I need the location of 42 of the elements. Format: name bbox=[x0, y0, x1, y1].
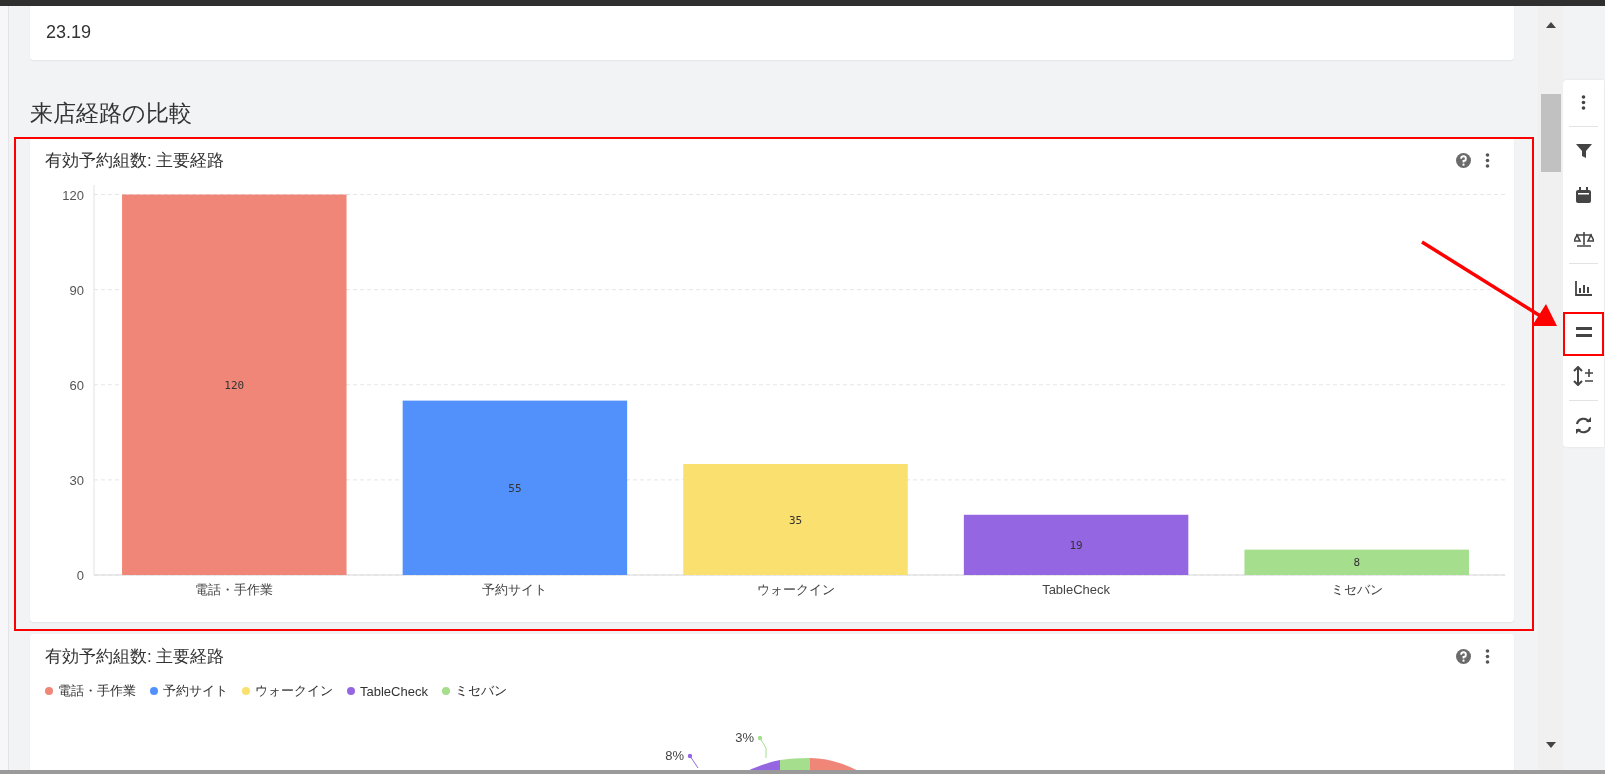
axis-category-label: 予約サイト bbox=[482, 582, 548, 597]
scroll-up-icon[interactable] bbox=[1545, 22, 1556, 28]
chart-title: 有効予約組数: 主要経路 bbox=[45, 645, 225, 668]
help-icon[interactable] bbox=[1456, 648, 1471, 664]
axis-tick-label: 0 bbox=[76, 568, 84, 583]
legend-label[interactable]: ミセバン bbox=[454, 682, 507, 700]
more-icon bbox=[1581, 94, 1586, 110]
more-icon[interactable] bbox=[1485, 648, 1490, 664]
axis-tick-label: 60 bbox=[69, 377, 84, 393]
chart-title: 有効予約組数: 主要経路 bbox=[45, 149, 225, 172]
legend-label[interactable]: 予約サイト bbox=[163, 682, 228, 700]
metric-value: 23.19 bbox=[46, 22, 93, 43]
more-icon[interactable] bbox=[1485, 152, 1490, 168]
equals-icon bbox=[1575, 327, 1592, 337]
bar-value-label: 19 bbox=[1069, 538, 1083, 552]
legend-label[interactable]: ウォークイン bbox=[255, 682, 333, 700]
bar-value-label: 35 bbox=[788, 513, 803, 527]
filter-icon bbox=[1575, 143, 1592, 159]
axis-category-label: ミセバン bbox=[1330, 582, 1383, 597]
bar-chart-icon bbox=[1575, 280, 1592, 296]
vertical-arrows-plus-minus-icon bbox=[1572, 366, 1595, 386]
axis-category-label: ウォークイン bbox=[756, 582, 835, 597]
bar-value-label: 8 bbox=[1353, 556, 1360, 570]
refresh-icon bbox=[1575, 416, 1592, 434]
calendar-icon bbox=[1576, 187, 1591, 203]
help-icon[interactable] bbox=[1456, 152, 1471, 168]
axis-tick-label: 90 bbox=[69, 282, 84, 298]
highlight-frame bbox=[1563, 312, 1604, 356]
axis-tick-label: 120 bbox=[62, 187, 84, 203]
axis-tick-label: 30 bbox=[69, 472, 84, 488]
axis-category-label: 電話・手作業 bbox=[195, 582, 274, 597]
bar-value-label: 120 bbox=[224, 378, 245, 392]
scroll-down-icon[interactable] bbox=[1545, 742, 1556, 748]
scrollbar-thumb[interactable] bbox=[1540, 94, 1561, 172]
axis-category-label: TableCheck bbox=[1042, 582, 1111, 597]
slice-percent-label: 8% bbox=[665, 748, 684, 763]
bar-value-label: 55 bbox=[508, 481, 522, 495]
balance-scale-icon bbox=[1573, 231, 1594, 247]
slice-percent-label: 3% bbox=[735, 730, 754, 745]
legend-label[interactable]: 電話・手作業 bbox=[58, 682, 136, 700]
section-title: 来店経路の比較 bbox=[30, 99, 193, 128]
legend-label[interactable]: TableCheck bbox=[360, 683, 428, 699]
